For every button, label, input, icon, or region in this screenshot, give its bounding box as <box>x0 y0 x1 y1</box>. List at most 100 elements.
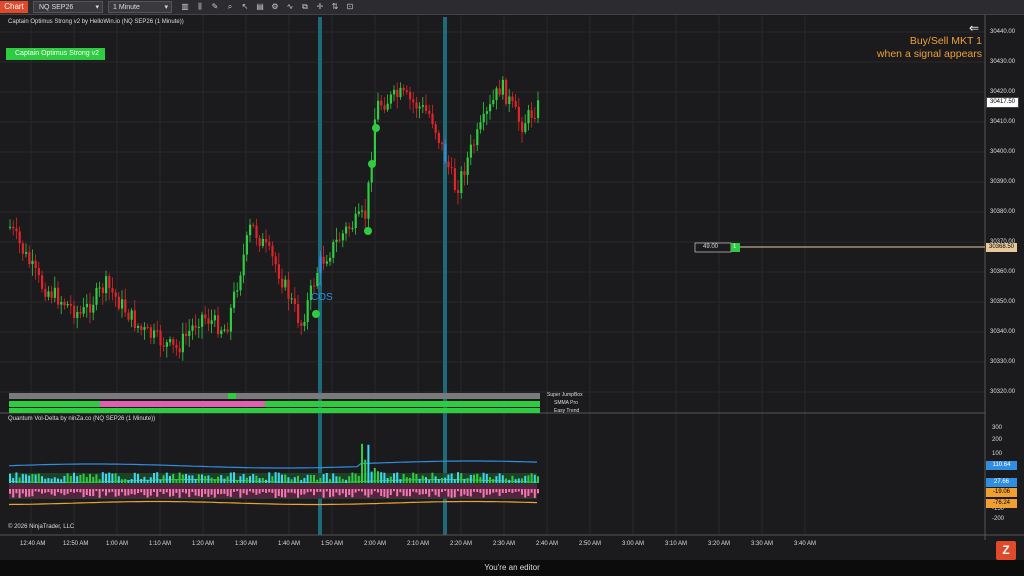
time-tick: 2:10 AM <box>407 541 430 547</box>
volume-bar-buy <box>370 471 373 483</box>
candle-body <box>188 330 191 336</box>
volume-bar-sell <box>469 489 472 497</box>
volume-bar-sell <box>236 489 239 492</box>
volume-bar-sell <box>290 489 293 493</box>
properties-icon[interactable]: ▤ <box>255 2 265 12</box>
strategy-legend-badge[interactable]: Captain Optimus Strong v2 <box>6 48 105 60</box>
volume-bar-buy <box>306 474 309 483</box>
volume-bar-buy <box>533 474 536 483</box>
order-quantity[interactable]: 49.00 <box>703 244 718 250</box>
volume-bar-buy <box>300 479 303 483</box>
bar-style-icon[interactable]: ⫼ <box>195 2 205 12</box>
candle-body <box>194 325 197 328</box>
volume-bar-buy <box>377 471 379 483</box>
volume-bar-buy <box>21 473 24 483</box>
time-tick: 1:00 AM <box>106 541 129 547</box>
volume-bar-buy <box>41 476 43 483</box>
chart-canvas[interactable]: ^ <box>0 15 1024 560</box>
candle-body <box>34 260 37 269</box>
price-tick: 30330.00 <box>990 359 1016 365</box>
strip-label-smma-pro: SMMA Pro <box>554 400 578 406</box>
trade-icon[interactable]: ⇅ <box>330 2 340 12</box>
candle-body <box>146 327 149 329</box>
volume-bar-sell <box>271 489 274 493</box>
interval-selector[interactable]: 1 Minute ▾ <box>108 1 172 13</box>
candle-body <box>319 256 322 273</box>
time-tick: 2:40 AM <box>536 541 559 547</box>
volume-bar-sell <box>511 489 514 493</box>
volume-bar-buy <box>409 477 411 483</box>
candle-body <box>63 302 66 306</box>
instrument-selector[interactable]: NQ SEP26 ▾ <box>33 1 103 13</box>
volume-bar-buy <box>159 479 162 483</box>
candle-body <box>140 326 143 330</box>
volume-bar-buy <box>447 474 450 483</box>
volume-bar-buy <box>485 473 488 483</box>
volume-bar-sell <box>297 489 299 498</box>
draw-icon[interactable]: ✎ <box>210 2 220 12</box>
volume-bar-buy <box>265 479 267 483</box>
volume-bar-buy <box>258 478 261 483</box>
volume-bar-buy <box>130 479 133 483</box>
order-count[interactable]: 1 <box>733 244 736 250</box>
pointer-icon[interactable]: ↖ <box>240 2 250 12</box>
attach-icon[interactable]: ⊡ <box>345 2 355 12</box>
strip-smma-pro-green <box>9 401 540 407</box>
volume-bar-sell <box>418 489 421 495</box>
volume-line-lower <box>8 500 538 506</box>
volume-bar-sell <box>463 489 466 495</box>
time-tick: 3:30 AM <box>751 541 774 547</box>
candle-body <box>437 132 440 144</box>
candle-body <box>453 168 456 191</box>
volume-bar-buy <box>162 475 165 483</box>
candle-body <box>517 106 520 122</box>
volume-badge-4: -76.24 <box>986 499 1017 508</box>
candle-body <box>121 299 124 309</box>
templates-icon[interactable]: ⧉ <box>300 2 310 12</box>
candle-body <box>364 210 367 219</box>
crosshair-icon[interactable]: ✛ <box>315 2 325 12</box>
volume-bar-sell <box>204 489 207 494</box>
volume-bar-sell <box>140 489 143 493</box>
candle-body <box>505 79 508 104</box>
candle-body <box>25 252 28 254</box>
zoom-in-icon[interactable]: ⌕ <box>225 2 235 12</box>
volume-bar-buy <box>47 478 50 483</box>
volume-bar-buy <box>537 476 539 483</box>
volume-bar-sell <box>188 489 191 498</box>
volume-bar-sell <box>159 489 162 492</box>
candle-body <box>290 298 293 300</box>
time-tick: 2:00 AM <box>364 541 387 547</box>
volume-bar-sell <box>207 489 210 497</box>
status-text: You're an editor <box>484 563 540 572</box>
candle-body <box>44 288 47 297</box>
candle-body <box>533 117 536 119</box>
volume-bar-buy <box>95 474 98 483</box>
chart-tab[interactable]: Chart <box>0 1 28 13</box>
volume-bar-buy <box>169 475 171 483</box>
candle-body <box>53 287 56 298</box>
candle-body <box>239 275 242 291</box>
back-arrow-icon[interactable]: ⇐ <box>969 21 979 35</box>
candle-body <box>405 90 408 92</box>
volume-bar-sell <box>25 489 27 497</box>
volume-bar-buy <box>396 472 399 483</box>
interval-value: 1 Minute <box>113 4 140 11</box>
time-tick: 12:40 AM <box>20 541 46 547</box>
indicators-icon[interactable]: ∿ <box>285 2 295 12</box>
volume-bar-sell <box>44 489 47 493</box>
signal-dot <box>364 227 372 235</box>
bar-chart-icon[interactable]: ▥ <box>180 2 190 12</box>
volume-bar-buy <box>133 472 136 483</box>
strategies-icon[interactable]: ⚙ <box>270 2 280 12</box>
volume-bar-sell <box>169 489 171 497</box>
volume-bar-buy <box>60 479 63 483</box>
candle-body <box>348 226 351 229</box>
volume-bar-buy <box>514 479 517 483</box>
candle-body <box>393 89 396 95</box>
candle-body <box>28 252 31 265</box>
order-line <box>694 242 985 253</box>
candle-body <box>37 268 40 276</box>
volume-bar-buy <box>137 473 139 483</box>
chart-area[interactable]: ^ Captain Optimus Strong v2 by HelloWin.… <box>0 15 1024 560</box>
